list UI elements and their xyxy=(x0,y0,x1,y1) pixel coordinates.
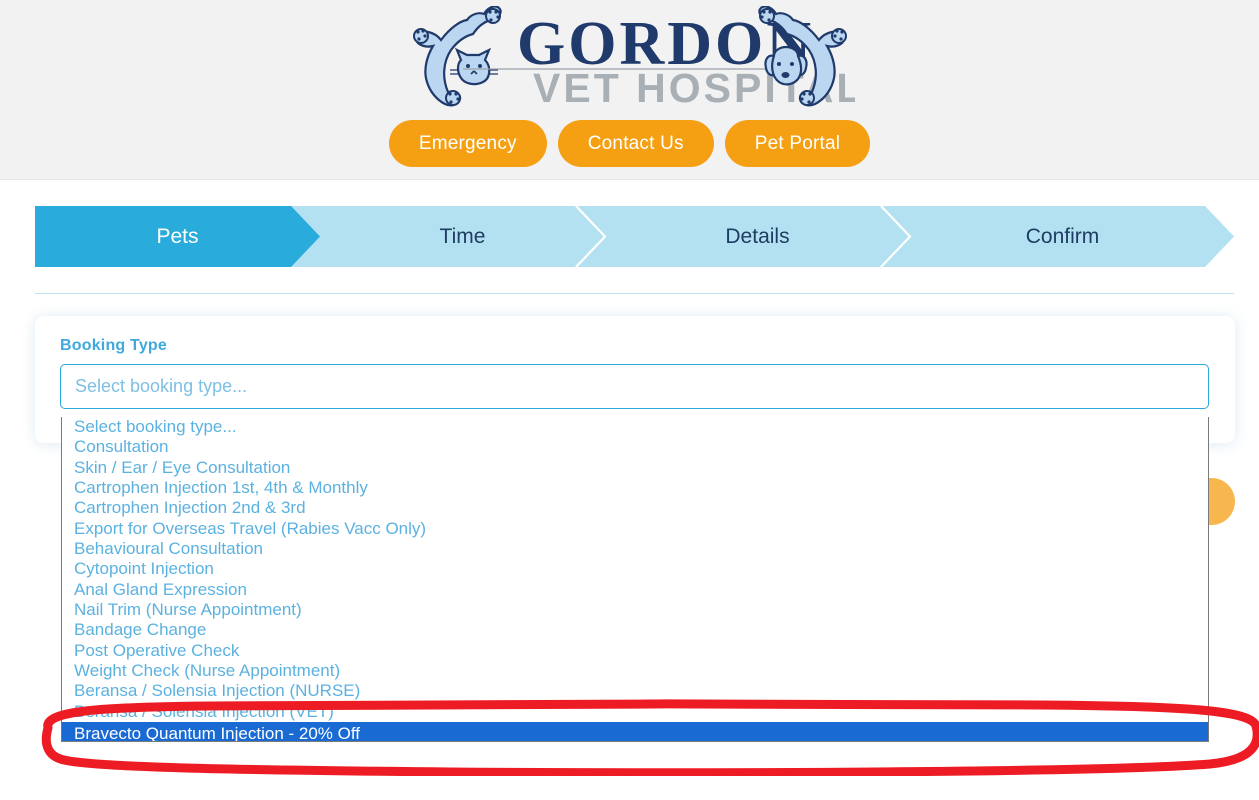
dropdown-option-selected[interactable]: Bravecto Quantum Injection - 20% Off xyxy=(62,722,1208,741)
stepper-shapes xyxy=(35,206,1234,267)
dropdown-option[interactable]: Beransa / Solensia Injection (NURSE) xyxy=(62,681,1208,701)
header-button-group: Emergency Contact Us Pet Portal xyxy=(0,120,1259,167)
dropdown-option[interactable]: Select booking type... xyxy=(62,417,1208,437)
cat-illustration xyxy=(412,6,502,107)
booking-type-dropdown-list[interactable]: Select booking type... Consultation Skin /… xyxy=(61,417,1209,742)
dropdown-option[interactable]: Consultation xyxy=(62,437,1208,457)
dropdown-option[interactable]: Nail Trim (Nurse Appointment) xyxy=(62,600,1208,620)
dropdown-option[interactable]: Beransa / Solensia Injection (VET) xyxy=(62,702,1208,722)
booking-step-indicator: Pets Time Details Confirm xyxy=(35,206,1235,267)
dropdown-option[interactable]: Anal Gland Expression xyxy=(62,580,1208,600)
dropdown-option[interactable]: Cytopoint Injection xyxy=(62,559,1208,579)
booking-type-select[interactable]: Select booking type... xyxy=(60,364,1209,409)
dropdown-option[interactable]: Cartrophen Injection 1st, 4th & Monthly xyxy=(62,478,1208,498)
pet-portal-button[interactable]: Pet Portal xyxy=(724,120,871,167)
dropdown-option[interactable]: Post Operative Check xyxy=(62,641,1208,661)
dropdown-option[interactable]: Cartrophen Injection 2nd & 3rd xyxy=(62,498,1208,518)
site-logo[interactable]: GORDON VET HOSPITAL xyxy=(0,6,1259,110)
dropdown-option[interactable]: Behavioural Consultation xyxy=(62,539,1208,559)
emergency-button[interactable]: Emergency xyxy=(388,120,547,167)
contact-us-button[interactable]: Contact Us xyxy=(557,120,714,167)
dropdown-option[interactable]: Export for Overseas Travel (Rabies Vacc … xyxy=(62,519,1208,539)
dropdown-option[interactable]: Weight Check (Nurse Appointment) xyxy=(62,661,1208,681)
section-divider xyxy=(35,293,1234,294)
gordon-vet-hospital-logo-graphic: GORDON VET HOSPITAL xyxy=(412,6,855,110)
stepper-step-pets-shape xyxy=(35,206,320,267)
dropdown-option[interactable]: Skin / Ear / Eye Consultation xyxy=(62,458,1208,478)
dropdown-option[interactable]: Bandage Change xyxy=(62,620,1208,640)
site-header: GORDON VET HOSPITAL Emergency Contact Us… xyxy=(0,0,1259,180)
booking-type-label: Booking Type xyxy=(60,337,167,354)
booking-type-placeholder: Select booking type... xyxy=(75,376,248,396)
